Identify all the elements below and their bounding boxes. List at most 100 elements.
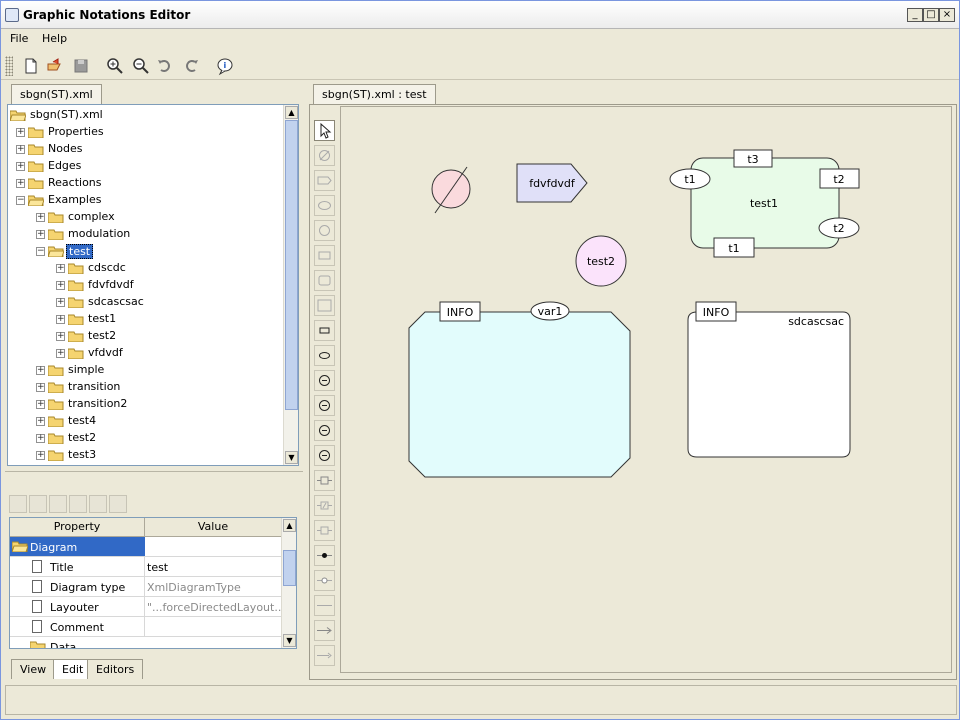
macromolecule-tool-icon[interactable] bbox=[314, 170, 335, 191]
save-icon[interactable] bbox=[71, 56, 91, 76]
expand-toggle-icon[interactable]: + bbox=[16, 128, 25, 137]
expand-toggle-icon[interactable]: + bbox=[36, 383, 45, 392]
property-value[interactable]: test bbox=[147, 561, 168, 574]
maximize-button[interactable]: □ bbox=[923, 8, 939, 22]
complex-node[interactable]: INFO var1 bbox=[408, 301, 631, 478]
minimize-button[interactable]: _ bbox=[907, 8, 923, 22]
xor-operator-icon[interactable] bbox=[314, 420, 335, 441]
uncertain-process-tool-icon[interactable] bbox=[314, 520, 335, 541]
info-icon[interactable]: i bbox=[215, 56, 235, 76]
or-operator-icon[interactable] bbox=[314, 395, 335, 416]
property-tool-button[interactable] bbox=[109, 495, 127, 513]
property-tool-button[interactable] bbox=[29, 495, 47, 513]
property-value[interactable]: "...forceDirectedLayout..." bbox=[147, 601, 290, 614]
and-operator-icon[interactable] bbox=[314, 370, 335, 391]
property-row[interactable]: Comment bbox=[10, 617, 282, 637]
property-group-row[interactable]: Data bbox=[10, 637, 282, 648]
expand-toggle-icon[interactable]: + bbox=[16, 145, 25, 154]
scroll-up-arrow[interactable]: ▲ bbox=[285, 106, 298, 119]
property-tool-button[interactable] bbox=[89, 495, 107, 513]
rectangle-tool-icon[interactable] bbox=[314, 245, 335, 266]
scroll-thumb[interactable] bbox=[285, 120, 298, 410]
expand-toggle-icon[interactable]: + bbox=[56, 349, 65, 358]
expand-toggle-icon[interactable]: + bbox=[16, 162, 25, 171]
panel-splitter[interactable] bbox=[5, 471, 303, 477]
expand-toggle-icon[interactable]: + bbox=[36, 417, 45, 426]
not-operator-icon[interactable] bbox=[314, 445, 335, 466]
arrow-tool-icon[interactable] bbox=[314, 620, 335, 641]
property-row[interactable]: Title test bbox=[10, 557, 282, 577]
diagram-canvas[interactable]: fdvfdvdf test1 t3 t1 t2 t2 t1 test2 INFO… bbox=[340, 106, 952, 673]
property-value[interactable]: XmlDiagramType bbox=[147, 581, 241, 594]
column-header-value[interactable]: Value bbox=[145, 518, 282, 537]
expand-toggle-icon[interactable]: + bbox=[56, 298, 65, 307]
expand-toggle-icon[interactable]: + bbox=[36, 366, 45, 375]
expand-toggle-icon[interactable]: + bbox=[36, 451, 45, 460]
scroll-down-arrow[interactable]: ▼ bbox=[285, 451, 298, 464]
circle-tool-icon[interactable] bbox=[314, 220, 335, 241]
title-bar: Graphic Notations Editor _ □ × bbox=[1, 1, 959, 29]
small-ellipse-tool-icon[interactable] bbox=[314, 345, 335, 366]
macromolecule-node[interactable]: fdvfdvdf bbox=[516, 163, 588, 203]
tree-scrollbar[interactable]: ▲ ▼ bbox=[283, 105, 298, 465]
java-app-icon bbox=[5, 8, 19, 22]
menu-file[interactable]: File bbox=[10, 32, 28, 45]
undo-icon[interactable] bbox=[155, 56, 175, 76]
state-label: t3 bbox=[747, 153, 758, 166]
property-row[interactable]: Diagram type XmlDiagramType bbox=[10, 577, 282, 597]
dissociation-tool-icon[interactable] bbox=[314, 570, 335, 591]
tab-file[interactable]: sbgn(ST).xml bbox=[11, 84, 102, 104]
scroll-down-arrow[interactable]: ▼ bbox=[283, 634, 296, 647]
tab-diagram[interactable]: sbgn(ST).xml : test bbox=[313, 84, 436, 104]
property-tool-button[interactable] bbox=[69, 495, 87, 513]
property-tool-button[interactable] bbox=[9, 495, 27, 513]
rounded-box-tool-icon[interactable] bbox=[314, 270, 335, 291]
expand-toggle-icon[interactable]: + bbox=[36, 434, 45, 443]
expand-toggle-icon[interactable]: + bbox=[56, 281, 65, 290]
expand-toggle-icon[interactable]: + bbox=[56, 315, 65, 324]
property-scrollbar[interactable]: ▲ ▼ bbox=[281, 518, 296, 648]
repository-tree[interactable]: sbgn(ST).xml + Properties + Nodes + Edges + Rea… bbox=[7, 104, 299, 466]
ellipse-tool-icon[interactable] bbox=[314, 195, 335, 216]
zoom-in-icon[interactable] bbox=[105, 56, 125, 76]
expand-toggle-icon[interactable]: + bbox=[36, 213, 45, 222]
property-row[interactable]: Layouter "...forceDirectedLayout..." bbox=[10, 597, 290, 617]
folder-icon bbox=[68, 263, 84, 274]
expand-toggle-icon[interactable]: + bbox=[16, 179, 25, 188]
modulation-arrow-tool-icon[interactable] bbox=[314, 645, 335, 666]
info-label: INFO bbox=[703, 306, 730, 319]
expand-toggle-icon[interactable]: + bbox=[56, 332, 65, 341]
tree-item-label: Nodes bbox=[48, 142, 83, 155]
compartment-tool-icon[interactable] bbox=[314, 295, 335, 316]
new-file-icon[interactable] bbox=[21, 56, 41, 76]
select-tool-icon[interactable] bbox=[314, 120, 335, 141]
association-tool-icon[interactable] bbox=[314, 545, 335, 566]
column-header-property[interactable]: Property bbox=[10, 518, 145, 537]
compartment-sdcascsac[interactable]: sdcascsac INFO bbox=[687, 301, 851, 458]
toolbar-grip[interactable] bbox=[5, 56, 13, 76]
source-sink-tool-icon[interactable] bbox=[314, 145, 335, 166]
process-tool-icon[interactable] bbox=[314, 470, 335, 491]
open-file-icon[interactable] bbox=[45, 56, 65, 76]
collapse-toggle-icon[interactable]: − bbox=[16, 196, 25, 205]
close-button[interactable]: × bbox=[939, 8, 955, 22]
expand-toggle-icon[interactable]: + bbox=[36, 230, 45, 239]
scroll-up-arrow[interactable]: ▲ bbox=[283, 519, 296, 532]
line-tool-icon[interactable] bbox=[314, 595, 335, 616]
property-group-row[interactable]: Diagram bbox=[10, 537, 282, 557]
collapse-toggle-icon[interactable]: − bbox=[36, 247, 45, 256]
tab-editors[interactable]: Editors bbox=[87, 659, 144, 679]
property-tool-button[interactable] bbox=[49, 495, 67, 513]
compartment-test1[interactable]: test1 t3 t1 t2 t2 t1 bbox=[669, 149, 860, 258]
scroll-thumb[interactable] bbox=[283, 550, 296, 586]
redo-icon[interactable] bbox=[181, 56, 201, 76]
zoom-out-icon[interactable] bbox=[131, 56, 151, 76]
tab-view[interactable]: View bbox=[11, 659, 56, 679]
simple-chemical-node[interactable]: test2 bbox=[575, 235, 627, 287]
omitted-process-tool-icon[interactable] bbox=[314, 495, 335, 516]
menu-help[interactable]: Help bbox=[42, 32, 67, 45]
expand-toggle-icon[interactable]: + bbox=[56, 264, 65, 273]
small-rectangle-tool-icon[interactable] bbox=[314, 320, 335, 341]
source-sink-node[interactable] bbox=[431, 166, 471, 214]
expand-toggle-icon[interactable]: + bbox=[36, 400, 45, 409]
